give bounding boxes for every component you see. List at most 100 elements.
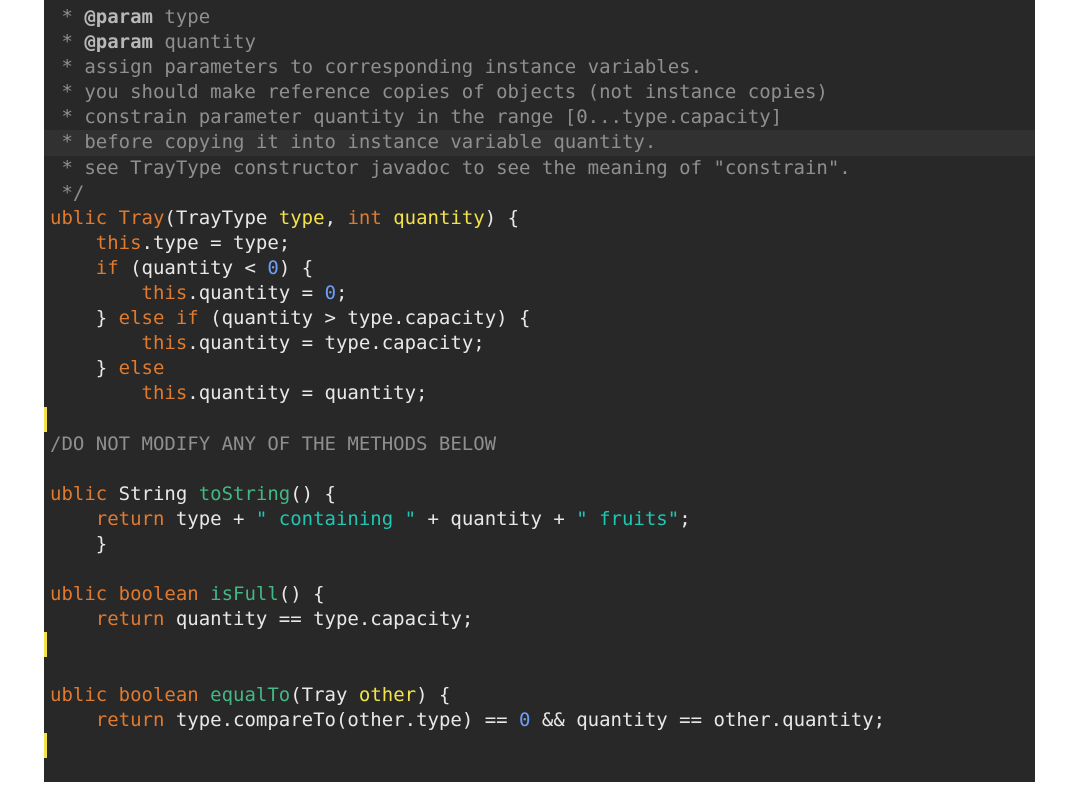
code-line[interactable]: return quantity == type.capacity; — [44, 607, 1035, 632]
code-token: equalTo — [210, 683, 291, 706]
code-line[interactable] — [44, 657, 1035, 682]
code-token: ublic — [50, 482, 119, 505]
code-token: .type = type; — [141, 231, 291, 254]
code-line[interactable] — [44, 557, 1035, 582]
code-line[interactable]: } else — [44, 356, 1035, 381]
current-line[interactable]: * before copying it into instance variab… — [44, 130, 1035, 156]
code-token: + quantity + — [416, 507, 577, 530]
code-token: ) { — [484, 206, 520, 229]
code-line[interactable]: if (quantity < 0) { — [44, 256, 1035, 281]
code-token: */ — [50, 181, 85, 204]
code-token: (quantity < — [118, 256, 268, 279]
code-token: ublic — [50, 683, 119, 706]
code-token: * — [50, 6, 85, 28]
code-token: () { — [290, 482, 336, 505]
code-token: ; — [679, 507, 691, 530]
code-token: @param — [84, 6, 153, 28]
code-token: ) { — [416, 683, 451, 706]
code-line[interactable]: * constrain parameter quantity in the ra… — [44, 105, 1035, 130]
code-line[interactable]: * see TrayType constructor javadoc to se… — [44, 156, 1035, 181]
code-token: } — [50, 357, 119, 380]
code-token: } — [50, 307, 119, 330]
code-token: toString — [198, 482, 291, 505]
code-token: .quantity = type.capacity; — [187, 332, 485, 355]
code-token: this — [141, 282, 188, 305]
code-line[interactable]: this.quantity = type.capacity; — [44, 331, 1035, 356]
code-line[interactable]: this.quantity = quantity; — [44, 381, 1035, 406]
code-token: * constrain parameter quantity in the ra… — [50, 106, 783, 129]
code-line[interactable]: this.quantity = 0; — [44, 281, 1035, 306]
code-token: * assign parameters to corresponding ins… — [50, 56, 703, 79]
code-token: (quantity > type.capacity) { — [198, 307, 531, 330]
code-token: " containing " — [255, 507, 417, 530]
code-token: this — [141, 382, 188, 405]
code-token: && quantity == other.quantity; — [530, 708, 886, 731]
line-marker — [44, 406, 47, 432]
code-token: int — [347, 206, 394, 229]
code-token: ublic — [50, 583, 119, 606]
code-token: if — [95, 256, 119, 279]
code-line[interactable]: } else if (quantity > type.capacity) { — [44, 306, 1035, 331]
code-line[interactable]: * @param type — [44, 5, 1035, 30]
code-token: quantity == type.capacity; — [164, 608, 474, 631]
code-line[interactable] — [44, 732, 1035, 758]
code-line[interactable]: return type.compareTo(other.type) == 0 &… — [44, 708, 1035, 733]
code-token: * — [50, 31, 85, 54]
code-token: else — [118, 357, 165, 380]
code-token: .quantity = quantity; — [187, 382, 428, 405]
code-token: return — [95, 708, 165, 731]
code-token: boolean — [118, 683, 211, 706]
code-line[interactable]: ublic boolean isFull() { — [44, 582, 1035, 607]
code-token: isFull — [210, 583, 279, 606]
code-token: this — [95, 231, 142, 254]
code-token: String — [118, 482, 199, 505]
code-token: /DO NOT MODIFY ANY OF THE METHODS BELOW — [50, 432, 497, 455]
code-token: this — [141, 332, 188, 355]
code-line[interactable]: * assign parameters to corresponding ins… — [44, 55, 1035, 80]
code-token: quantity — [152, 31, 256, 54]
code-token: Tray — [118, 206, 165, 229]
code-area[interactable]: * @param type * @param quantity * assign… — [44, 5, 1035, 758]
line-marker — [44, 732, 47, 758]
code-token: * you should make reference copies of ob… — [50, 81, 828, 104]
code-token: * before copying it into instance variab… — [50, 131, 657, 154]
code-token: * see TrayType constructor javadoc to se… — [50, 156, 851, 179]
code-line[interactable]: /DO NOT MODIFY ANY OF THE METHODS BELOW — [44, 432, 1035, 457]
code-token: ) { — [278, 256, 314, 279]
code-token: 0 — [267, 256, 279, 279]
code-line[interactable]: * you should make reference copies of ob… — [44, 80, 1035, 105]
code-token: " fruits" — [576, 507, 680, 530]
code-token: } — [50, 532, 108, 555]
code-token: quantity — [393, 206, 485, 229]
code-token: (Tray — [290, 683, 359, 706]
code-token: 0 — [324, 282, 337, 305]
code-token: ublic — [50, 206, 119, 229]
code-line[interactable]: ublic boolean equalTo(Tray other) { — [44, 683, 1035, 708]
code-token: .quantity = — [187, 282, 325, 305]
code-line[interactable] — [44, 632, 1035, 658]
code-token: type — [152, 6, 211, 28]
code-line[interactable] — [44, 457, 1035, 482]
code-token: other — [358, 683, 417, 706]
code-line[interactable]: */ — [44, 181, 1035, 206]
code-token: 0 — [519, 708, 531, 731]
code-editor[interactable]: * @param type * @param quantity * assign… — [44, 0, 1035, 782]
code-line[interactable]: * @param quantity — [44, 30, 1035, 55]
code-line[interactable]: return type + " containing " + quantity … — [44, 507, 1035, 532]
code-line[interactable] — [44, 406, 1035, 432]
code-line[interactable]: ublic Tray(TrayType type, int quantity) … — [44, 206, 1035, 231]
code-line[interactable]: } — [44, 532, 1035, 557]
code-token: return — [95, 608, 165, 631]
code-token: (TrayType — [164, 206, 279, 229]
code-line[interactable]: this.type = type; — [44, 231, 1035, 256]
code-line[interactable]: ublic String toString() { — [44, 482, 1035, 507]
code-token: type.compareTo(other.type) == — [164, 708, 520, 731]
code-token: boolean — [118, 583, 211, 606]
